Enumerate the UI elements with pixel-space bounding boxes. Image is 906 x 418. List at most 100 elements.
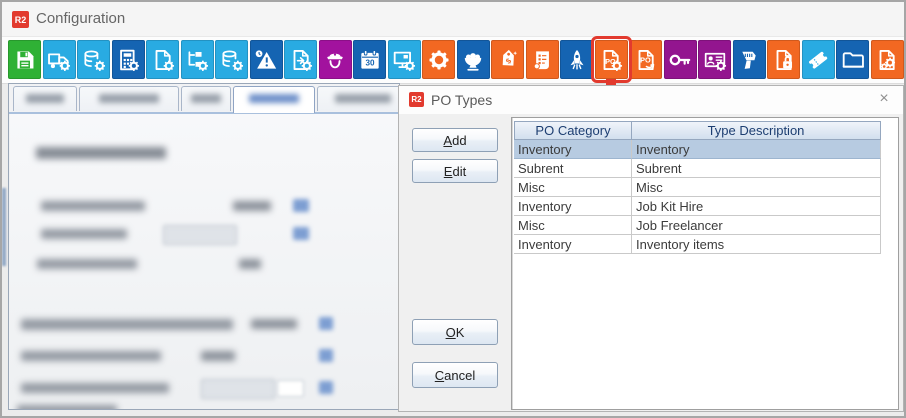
toolbar-icon-document-transfer-settings[interactable] — [284, 40, 317, 79]
toolbar-icon-access-key[interactable] — [663, 40, 697, 79]
table-row-1[interactable]: Inventory Inventory — [514, 140, 898, 159]
cell-po-category[interactable]: Subrent — [514, 159, 632, 178]
toolbar-icon-calculator-settings[interactable] — [111, 40, 145, 79]
cell-po-category[interactable]: Inventory — [514, 140, 632, 159]
toolbar-icon-save[interactable] — [8, 40, 41, 79]
blurred-tab-label — [25, 94, 65, 103]
cell-po-category[interactable]: Inventory — [514, 197, 632, 216]
blurred-label — [41, 201, 145, 211]
bg-tab-1[interactable] — [13, 86, 77, 111]
table-row-6[interactable]: Inventory Inventory items — [514, 235, 898, 254]
ok-button[interactable]: OK — [412, 319, 498, 345]
bg-tab-3[interactable] — [181, 86, 231, 111]
cell-type-description[interactable]: Job Kit Hire — [632, 197, 881, 216]
cell-type-description[interactable]: Inventory — [632, 140, 881, 159]
po-types-icon: PO — [603, 49, 623, 71]
configuration-window: R2 Configuration 30 $ PO PO R2 PO Types … — [0, 0, 906, 418]
column-header-po-category[interactable]: PO Category — [514, 121, 632, 140]
po-types-dialog: R2 PO Types × Add Edit OK Cancel PO Cate… — [398, 85, 904, 412]
scrollbar-fragment[interactable] — [2, 188, 6, 266]
cell-po-category[interactable]: Misc — [514, 216, 632, 235]
toolbar-icon-currency-settings[interactable] — [77, 40, 110, 79]
blurred-value — [201, 351, 235, 361]
toolbar-icon-settings-gear[interactable] — [422, 40, 455, 79]
blurred-label — [41, 229, 127, 239]
calendar-30-icon: 30 — [360, 49, 379, 69]
toolbar-icon-ticket[interactable] — [801, 40, 835, 79]
toolbar-icon-document-lock[interactable] — [767, 40, 800, 79]
barcode-scanner-icon — [742, 51, 756, 69]
table-row-4[interactable]: Inventory Job Kit Hire — [514, 197, 898, 216]
toolbar: 30 $ PO PO — [2, 36, 904, 84]
toolbar-icon-rocket[interactable] — [560, 40, 593, 79]
blurred-value — [233, 201, 271, 211]
toolbar-icon-calendar-30[interactable]: 30 — [353, 40, 386, 79]
cell-po-category[interactable]: Misc — [514, 178, 632, 197]
svg-text:30: 30 — [365, 58, 375, 67]
toolbar-icon-id-card-settings[interactable] — [698, 40, 731, 79]
toolbar-icon-workflow-settings[interactable] — [180, 40, 214, 79]
cell-type-description[interactable]: Subrent — [632, 159, 881, 178]
toolbar-icon-barcode-scanner[interactable] — [732, 40, 766, 79]
svg-text:PO: PO — [640, 55, 651, 64]
column-header-type-description[interactable]: Type Description — [632, 121, 881, 140]
cell-type-description[interactable]: Inventory items — [632, 235, 881, 254]
toolbar-icon-po-types[interactable]: PO — [590, 36, 632, 83]
workflow-settings-icon — [188, 50, 209, 71]
blurred-label — [37, 259, 137, 269]
time-alert-icon — [255, 49, 277, 69]
table-body: Inventory Inventory Subrent Subrent Misc Misc… — [514, 140, 898, 254]
document-lock-icon — [776, 49, 792, 70]
blurred-dropdown — [163, 225, 237, 245]
r2-logo-icon: R2 — [409, 92, 424, 107]
blurred-label — [17, 405, 117, 409]
cancel-button[interactable]: Cancel — [412, 362, 498, 388]
toolbar-icon-price-tag[interactable]: $ — [491, 40, 524, 79]
toolbar-icon-po-process[interactable]: PO — [629, 40, 662, 79]
calculator-settings-icon — [120, 49, 140, 71]
cell-po-category[interactable]: Inventory — [514, 235, 632, 254]
table-row-3[interactable]: Misc Misc — [514, 178, 898, 197]
cell-type-description[interactable]: Job Freelancer — [632, 216, 881, 235]
id-card-settings-icon — [704, 52, 726, 71]
bg-tab-2[interactable] — [79, 86, 179, 111]
toolbar-icon-delivery-settings[interactable] — [42, 40, 76, 79]
blurred-dropdown — [201, 379, 275, 399]
close-icon[interactable]: × — [875, 90, 893, 108]
blurred-value — [251, 319, 297, 329]
toolbar-icon-contract-list[interactable] — [525, 40, 559, 79]
currency-settings-icon — [83, 49, 105, 71]
blurred-tab-label — [191, 94, 221, 103]
document-transfer-settings-icon — [293, 49, 312, 71]
cell-type-description[interactable]: Misc — [632, 178, 881, 197]
r2-logo-icon: R2 — [12, 11, 29, 28]
bg-tab-4-selected[interactable] — [233, 86, 315, 113]
blurred-label — [21, 351, 161, 361]
table-row-2[interactable]: Subrent Subrent — [514, 159, 898, 178]
po-types-table: PO Category Type Description Inventory In… — [511, 117, 899, 410]
blurred-label — [21, 383, 169, 393]
table-row-5[interactable]: Misc Job Freelancer — [514, 216, 898, 235]
blurred-label — [21, 319, 233, 330]
blurred-link — [293, 227, 309, 240]
toolbar-icon-database-settings[interactable] — [215, 40, 248, 79]
toolbar-icon-folder[interactable] — [836, 40, 869, 79]
database-settings-icon — [221, 49, 243, 71]
toolbar-icon-monitor-settings[interactable] — [387, 40, 421, 79]
bg-tab-5[interactable] — [317, 86, 399, 111]
blurred-heading — [36, 147, 166, 159]
access-key-icon — [669, 54, 691, 65]
toolbar-icon-security-officer[interactable] — [318, 40, 352, 79]
add-button[interactable]: Add — [412, 128, 498, 152]
toolbar-icon-document-gears[interactable] — [870, 40, 904, 79]
edit-button[interactable]: Edit — [412, 159, 498, 183]
toolbar-icon-banquet-bowl[interactable] — [456, 40, 490, 79]
blurred-link — [319, 381, 333, 394]
document-gears-icon — [879, 49, 896, 70]
toolbar-icon-document-settings[interactable] — [146, 40, 179, 79]
table-header: PO Category Type Description — [514, 121, 898, 140]
blurred-tab-label — [335, 94, 391, 103]
banquet-bowl-icon — [464, 52, 482, 71]
ticket-icon — [809, 51, 828, 69]
toolbar-icon-time-alert[interactable] — [249, 40, 283, 79]
